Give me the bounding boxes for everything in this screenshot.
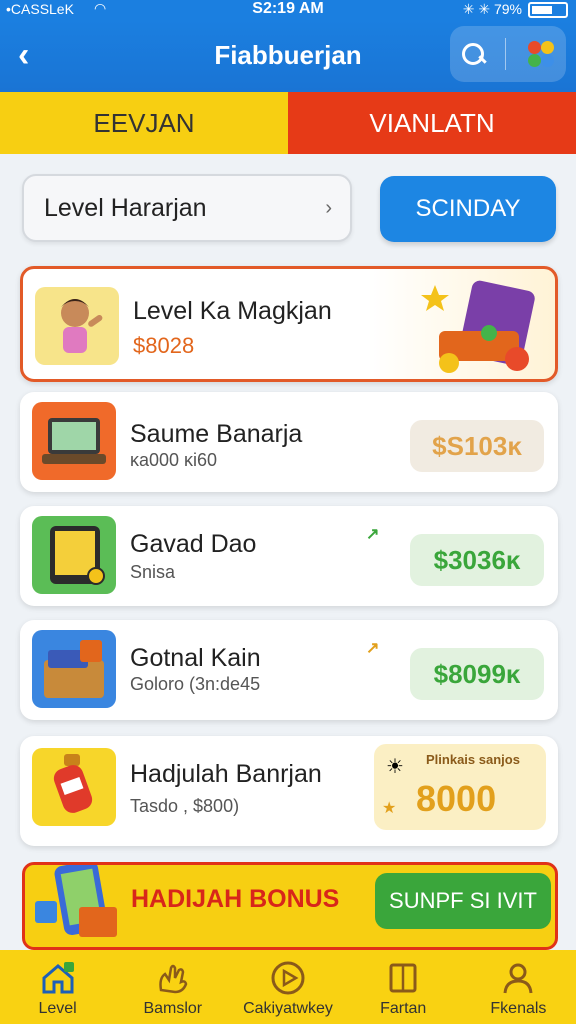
nav-item-bamslor[interactable]: Bamslor xyxy=(115,950,230,1024)
battery-label: ✳ ✳ 79% xyxy=(462,1,522,17)
hand-icon xyxy=(159,964,188,994)
app-header: ‹ Fiabbuerjan xyxy=(0,20,576,92)
nav-item-cakiyatwkey[interactable]: Cakiyatwkey xyxy=(230,950,345,1024)
nav-item-level[interactable]: Level xyxy=(0,950,115,1024)
nav-item-fkenals[interactable]: Fkenals xyxy=(461,950,576,1024)
price-badge[interactable]: $8099ĸ xyxy=(410,648,544,700)
bonus-banner[interactable]: HADIJAH BONUS SUNPF SI IVIT xyxy=(22,862,558,950)
status-bar: •CASSLeK ◠ S2:19 AM ✳ ✳ 79% xyxy=(0,0,576,20)
tab-eevjan[interactable]: EEVJAN xyxy=(0,92,288,154)
list-item-featured[interactable]: Level Ka Magkjan $8028 xyxy=(20,266,558,382)
item-title: Gotnal Kain xyxy=(130,644,261,672)
nav-item-fartan[interactable]: Fartan xyxy=(346,950,461,1024)
status-right: ✳ ✳ 79% xyxy=(463,1,568,18)
search-icon[interactable] xyxy=(460,41,486,67)
play-icon xyxy=(271,961,305,995)
item-subtitle: Tasdo , $800) xyxy=(130,796,240,816)
price-badge[interactable]: $3036ĸ xyxy=(410,534,544,586)
bonus-title: HADIJAH BONUS xyxy=(131,885,340,913)
divider xyxy=(505,38,507,70)
character-avatar-icon xyxy=(35,287,119,365)
item-title: Hadjulah Banrjan xyxy=(130,760,322,788)
list-item[interactable]: Gavad Dao Snisa ↗ $3036ĸ xyxy=(20,506,558,606)
bottom-nav: Level Bamslor Cakiyatwkey Fartan Fkenals xyxy=(0,950,576,1024)
nav-label: Fkenals xyxy=(490,1000,547,1017)
sparkle-icon: ↗ xyxy=(366,526,380,543)
promo-title: Plinkais sanjos xyxy=(426,752,520,767)
chevron-right-icon: › xyxy=(325,196,332,219)
list-item[interactable]: Saume Banarja ĸa000 ĸi60 $S103ĸ xyxy=(20,392,558,492)
sparkle-icon: ↗ xyxy=(366,640,380,657)
item-subtitle: Goloro (3n:de45 xyxy=(130,674,261,694)
header-actions xyxy=(450,26,566,82)
promo-box[interactable]: ☀ Plinkais sanjos 8000 ★ xyxy=(374,744,546,830)
filter-label: Level Hararjan xyxy=(44,193,207,222)
profile-icon xyxy=(503,963,533,994)
promo-value: 8000 xyxy=(416,778,497,819)
nav-label: Bamslor xyxy=(143,1000,203,1017)
star-icon: ★ xyxy=(382,800,397,817)
nav-label: Level xyxy=(38,1000,77,1017)
list-item[interactable]: Gotnal Kain Goloro (3n:de45 ↗ $8099ĸ xyxy=(20,620,558,720)
price-badge[interactable]: $S103ĸ xyxy=(410,420,544,472)
home-icon xyxy=(42,962,74,994)
apps-icon[interactable] xyxy=(526,39,556,69)
tablet-icon xyxy=(32,516,116,594)
tab-vianlatn[interactable]: VIANLATN xyxy=(288,92,576,154)
list-item[interactable]: Hadjulah Banrjan Tasdo , $800) ☀ Plinkai… xyxy=(20,736,558,846)
item-title: Gavad Dao xyxy=(130,530,257,558)
phone-gift-icon xyxy=(29,865,125,947)
battery-icon xyxy=(528,1,568,18)
treasure-illustration-icon xyxy=(419,275,545,375)
laptop-icon xyxy=(32,402,116,480)
book-icon xyxy=(389,963,417,993)
potion-bottle-icon xyxy=(32,748,116,826)
treasure-box-icon xyxy=(32,630,116,708)
item-title: Saume Banarja xyxy=(130,420,303,448)
sunday-button[interactable]: SCINDAY xyxy=(380,176,556,242)
item-subtitle: Snisa xyxy=(130,562,176,582)
level-filter-dropdown[interactable]: Level Hararjan › xyxy=(22,174,352,242)
item-price: $8028 xyxy=(133,333,195,358)
item-subtitle: ĸa000 ĸi60 xyxy=(130,450,218,470)
item-title: Level Ka Magkjan xyxy=(133,297,332,325)
tab-bar: EEVJAN VIANLATN xyxy=(0,92,576,154)
nav-label: Cakiyatwkey xyxy=(243,1000,333,1017)
nav-label: Fartan xyxy=(380,1000,427,1017)
lightbulb-icon: ☀ xyxy=(386,756,404,778)
bonus-action-button[interactable]: SUNPF SI IVIT xyxy=(375,873,551,929)
